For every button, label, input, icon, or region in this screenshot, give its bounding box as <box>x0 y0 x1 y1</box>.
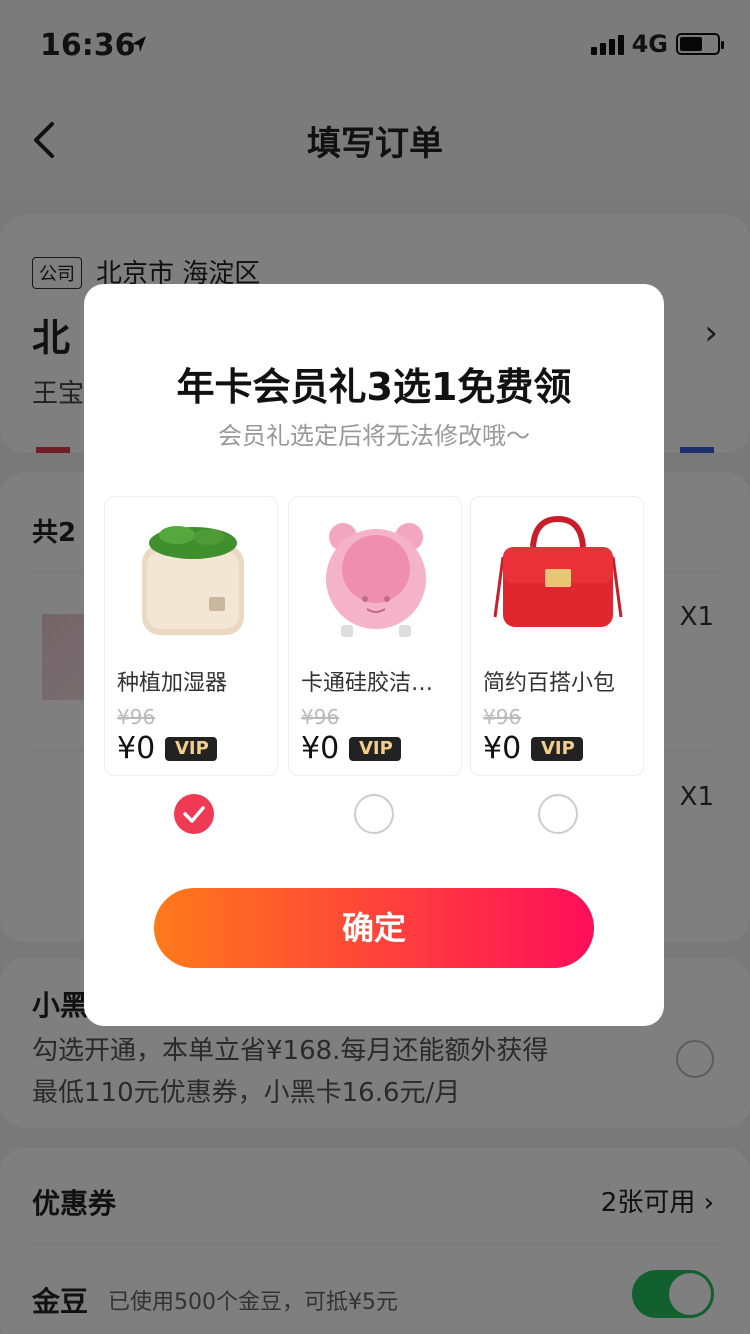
gift-card[interactable]: 简约百搭小包 ¥96 ¥0 VIP <box>470 496 644 776</box>
gift-price: ¥0 <box>117 731 156 766</box>
gift-radio-selected[interactable] <box>174 794 214 834</box>
gift-radio[interactable] <box>538 794 578 834</box>
humidifier-image <box>142 526 244 635</box>
modal-subtitle: 会员礼选定后将无法修改哦～ <box>218 422 530 450</box>
checkmark-icon <box>183 806 205 823</box>
face-cleanser-image <box>326 523 426 637</box>
gift-original-price: ¥96 <box>117 705 156 729</box>
vip-tag: VIP <box>531 737 583 761</box>
modal-title: 年卡会员礼3选1免费领 <box>176 365 572 409</box>
gift-original-price: ¥96 <box>301 705 340 729</box>
gift-modal: 年卡会员礼3选1免费领 会员礼选定后将无法修改哦～ 种植加湿器 ¥96 ¥0 V… <box>84 284 664 1026</box>
gift-name: 简约百搭小包 <box>483 671 616 696</box>
gift-original-price: ¥96 <box>483 705 522 729</box>
confirm-button[interactable]: 确定 <box>154 888 594 968</box>
gift-card[interactable]: 卡通硅胶洁面仪 ¥96 ¥0 VIP <box>288 496 462 776</box>
gift-price: ¥0 <box>301 731 340 766</box>
gift-name: 种植加湿器 <box>117 671 228 696</box>
gift-price: ¥0 <box>483 731 522 766</box>
gift-card[interactable]: 种植加湿器 ¥96 ¥0 VIP <box>104 496 278 776</box>
vip-tag: VIP <box>165 737 217 761</box>
handbag-image <box>493 515 623 627</box>
vip-tag: VIP <box>349 737 401 761</box>
gift-radio[interactable] <box>354 794 394 834</box>
gift-name: 卡通硅胶洁面仪 <box>301 671 453 696</box>
